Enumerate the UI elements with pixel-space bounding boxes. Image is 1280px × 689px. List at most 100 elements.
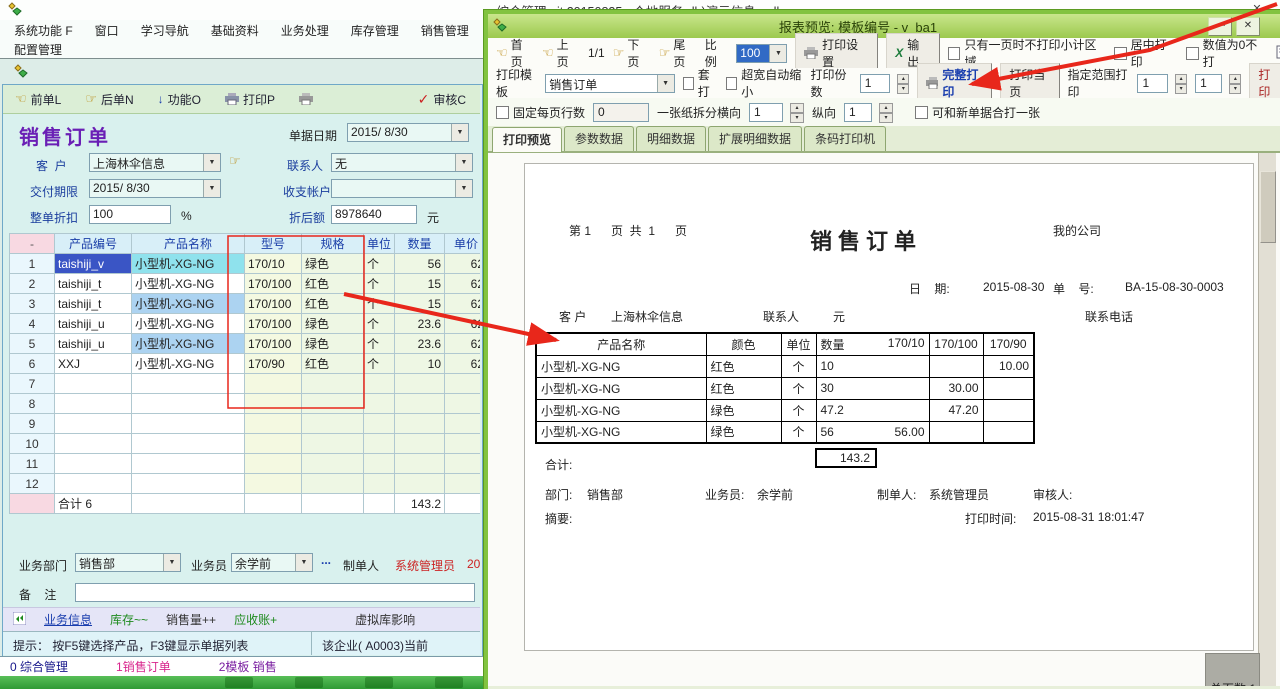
grid-row-empty[interactable]: 9 <box>10 414 481 434</box>
checkbox-icon[interactable] <box>496 106 509 119</box>
range-from-spinner[interactable]: ▴▾ <box>1175 74 1187 93</box>
salesman-combo[interactable]: 余学前▼ <box>231 553 313 572</box>
grid-cell[interactable] <box>395 374 445 394</box>
account-combo[interactable]: ▼ <box>331 179 473 198</box>
grid-cell[interactable] <box>302 374 364 394</box>
dept-combo[interactable]: 销售部▼ <box>75 553 181 572</box>
grid-cell[interactable] <box>395 414 445 434</box>
grid-cell[interactable] <box>245 374 302 394</box>
grid-cell[interactable]: 11 <box>10 454 55 474</box>
option-center-print[interactable]: 居中打印 <box>1114 36 1178 70</box>
grid-cell[interactable] <box>132 394 245 414</box>
print-range-button[interactable]: 打印 <box>1249 63 1280 103</box>
option-nest-print[interactable]: 套打 <box>683 66 718 100</box>
grid-row-empty[interactable]: 8 <box>10 394 481 414</box>
print-button[interactable]: 打印P <box>225 91 275 108</box>
amount-input[interactable]: 8978640 <box>331 205 417 224</box>
grid-cell[interactable] <box>364 414 395 434</box>
chevron-down-icon[interactable]: ▼ <box>295 554 312 571</box>
grid-cell[interactable]: 5 <box>10 334 55 354</box>
menu-item-config[interactable]: 配置管理 <box>14 41 62 58</box>
grid-cell[interactable] <box>55 454 132 474</box>
tab-detail-data[interactable]: 明细数据 <box>636 126 706 151</box>
grid-cell[interactable] <box>445 454 481 474</box>
grid-row-empty[interactable]: 10 <box>10 434 481 454</box>
range-to-spinner[interactable]: ▴▾ <box>1229 74 1241 93</box>
grid-cell[interactable]: 绿色 <box>302 334 364 354</box>
first-page-button[interactable]: ☜首页 <box>496 36 534 70</box>
grid-row-empty[interactable]: 7 <box>10 374 481 394</box>
grid-cell[interactable]: 12 <box>10 474 55 494</box>
grid-cell[interactable]: 170/90 <box>245 354 302 374</box>
grid-cell[interactable]: 9 <box>10 414 55 434</box>
grid-cell[interactable] <box>132 434 245 454</box>
copies-input[interactable]: 1 <box>860 74 891 93</box>
menu-item[interactable]: 库存管理 <box>351 22 399 39</box>
stock-link[interactable]: 库存~~ <box>110 611 148 628</box>
grid-cell[interactable] <box>445 394 481 414</box>
grid-cell[interactable]: 个 <box>364 294 395 314</box>
grid-cell[interactable] <box>445 414 481 434</box>
grid-cell[interactable]: 170/100 <box>245 314 302 334</box>
grid-cell[interactable] <box>445 474 481 494</box>
grid-cell[interactable]: 个 <box>364 314 395 334</box>
grid-cell[interactable]: 62 <box>445 294 481 314</box>
taskbar-item[interactable] <box>225 677 253 688</box>
grid-cell[interactable]: 143.2 <box>395 494 445 514</box>
tab-parameter-data[interactable]: 参数数据 <box>564 126 634 151</box>
option-fixed-rows[interactable]: 固定每页行数 <box>496 104 585 121</box>
chevron-down-icon[interactable]: ▼ <box>163 554 180 571</box>
fixed-rows-input[interactable]: 0 <box>593 103 649 122</box>
grid-cell[interactable]: 170/100 <box>245 274 302 294</box>
checkbox-icon[interactable] <box>1114 47 1127 60</box>
grid-cell[interactable]: 绿色 <box>302 254 364 274</box>
split-h-input[interactable]: 1 <box>749 103 783 122</box>
full-print-button[interactable]: 完整打印 <box>917 63 992 103</box>
print-current-page-button[interactable]: 打印当页 <box>1000 63 1059 103</box>
grid-cell[interactable] <box>55 414 132 434</box>
grid-cell[interactable]: 个 <box>364 274 395 294</box>
grid-cell[interactable]: 170/100 <box>245 334 302 354</box>
grid-cell[interactable] <box>302 414 364 434</box>
grid-cell[interactable] <box>245 454 302 474</box>
grid-cell[interactable] <box>245 394 302 414</box>
grid-cell[interactable]: taishiji_u <box>55 334 132 354</box>
option-auto-shrink[interactable]: 超宽自动缩小 <box>726 66 803 100</box>
grid-row[interactable]: 3taishiji_t小型机-XG-NG170/100红色个1562 <box>10 294 481 314</box>
grid-cell[interactable]: 62 <box>445 354 481 374</box>
remark-input[interactable] <box>75 583 475 602</box>
grid-cell[interactable] <box>10 494 55 514</box>
checkbox-icon[interactable] <box>915 106 928 119</box>
grid-cell[interactable]: 7 <box>10 374 55 394</box>
deliver-combo[interactable]: 2015/ 8/30▼ <box>89 179 221 198</box>
grid-cell[interactable]: 小型机-XG-NG <box>132 354 245 374</box>
grid-cell[interactable] <box>132 454 245 474</box>
template-combo[interactable]: 销售订单▼ <box>545 74 674 93</box>
preview-vertical-scrollbar[interactable] <box>1258 153 1276 686</box>
business-info-link[interactable]: 业务信息 <box>44 611 92 628</box>
grid-cell[interactable] <box>395 394 445 414</box>
chevron-down-icon[interactable]: ▼ <box>451 124 468 141</box>
lookup-hand-icon[interactable]: ☞ <box>229 153 241 169</box>
grid-cell[interactable] <box>55 434 132 454</box>
grid-cell[interactable]: 23.6 <box>395 314 445 334</box>
chevron-down-icon[interactable]: ▼ <box>455 180 472 197</box>
grid-cell[interactable]: 23.6 <box>395 334 445 354</box>
chevron-down-icon[interactable]: ▼ <box>455 154 472 171</box>
grid-cell[interactable]: 绿色 <box>302 314 364 334</box>
grid-cell[interactable] <box>364 394 395 414</box>
grid-cell[interactable] <box>395 474 445 494</box>
menu-item[interactable]: 销售管理 <box>421 22 469 39</box>
taskbar-item[interactable] <box>365 677 393 688</box>
checkbox-icon[interactable] <box>1186 47 1199 60</box>
grid-cell[interactable]: 10 <box>10 434 55 454</box>
grid-cell[interactable] <box>445 434 481 454</box>
grid-cell[interactable]: taishiji_t <box>55 274 132 294</box>
grid-cell[interactable]: 红色 <box>302 274 364 294</box>
grid-cell[interactable] <box>55 374 132 394</box>
tab-print-preview[interactable]: 打印预览 <box>492 127 562 152</box>
grid-cell[interactable]: 个 <box>364 254 395 274</box>
grid-cell[interactable]: 6 <box>10 354 55 374</box>
chevron-down-icon[interactable]: ▼ <box>769 45 786 62</box>
split-h-spinner[interactable]: ▴▾ <box>790 103 804 122</box>
